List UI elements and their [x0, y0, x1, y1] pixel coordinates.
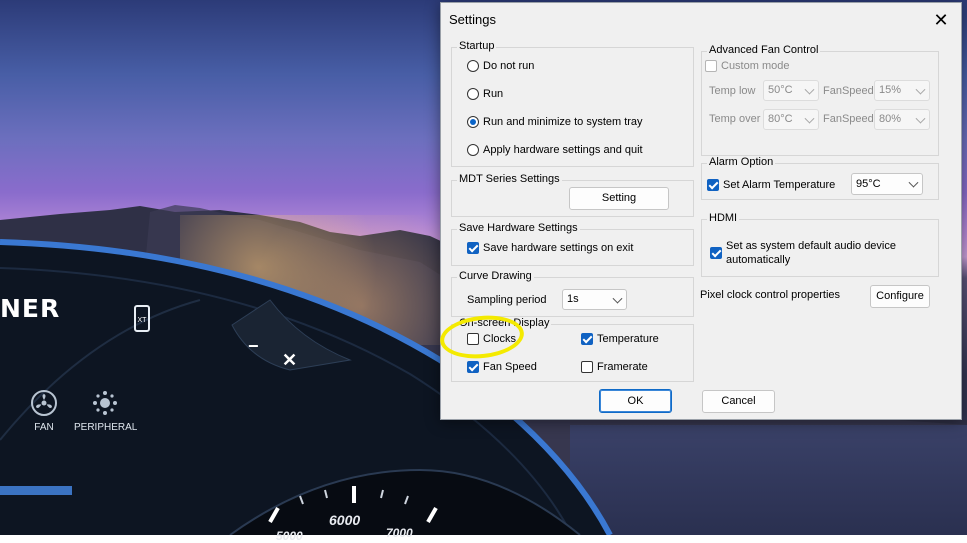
select-value: 1s — [567, 293, 579, 305]
checkbox-label: Set Alarm Temperature — [723, 179, 836, 191]
hdmi-default-audio-checkbox[interactable]: Set as system default audio device autom… — [710, 239, 896, 267]
checkbox-checked[interactable] — [467, 361, 479, 373]
save-on-exit-checkbox[interactable]: Save hardware settings on exit — [467, 242, 633, 254]
startup-option-apply-quit[interactable]: Apply hardware settings and quit — [467, 144, 643, 156]
select-value: 80°C — [768, 113, 793, 125]
rpm-tick-label: 6000 — [329, 512, 361, 528]
checkbox-label-line: automatically — [726, 254, 791, 266]
app-brand-text: NER — [0, 294, 61, 323]
peripheral-icon — [92, 390, 118, 416]
checkbox-label: Custom mode — [721, 60, 790, 72]
dialog-title: Settings — [449, 12, 496, 27]
rpm-tick-label: 5000 — [276, 529, 303, 543]
set-alarm-temperature-checkbox[interactable]: Set Alarm Temperature — [707, 179, 835, 191]
fanspeed-low-select[interactable]: 15% — [874, 80, 930, 101]
app-minimize-button[interactable]: − — [248, 336, 259, 357]
checkbox-checked[interactable] — [707, 179, 719, 191]
radio-button[interactable] — [467, 144, 479, 156]
configure-button[interactable]: Configure — [870, 285, 930, 308]
startup-option-run[interactable]: Run — [467, 88, 503, 100]
checkbox-label: Set as system default audio device autom… — [726, 239, 896, 267]
checkbox[interactable] — [581, 361, 593, 373]
checkbox-checked[interactable] — [710, 247, 722, 259]
alarm-option-title: Alarm Option — [707, 156, 776, 168]
startup-title: Startup — [457, 40, 497, 52]
checkbox-label: Save hardware settings on exit — [483, 242, 634, 254]
fanspeed-label-1: FanSpeed — [823, 85, 874, 97]
chevron-down-icon — [915, 84, 926, 95]
checkbox-label: Fan Speed — [483, 361, 537, 373]
option-label: Do not run — [483, 60, 535, 72]
option-label: Run — [483, 88, 504, 100]
select-value: 80% — [879, 113, 902, 125]
checkbox-checked[interactable] — [581, 333, 593, 345]
osd-temperature-checkbox[interactable]: Temperature — [581, 333, 659, 345]
sampling-period-label: Sampling period — [467, 294, 547, 306]
temp-low-select[interactable]: 50°C — [763, 80, 819, 101]
custom-mode-checkbox[interactable]: Custom mode — [705, 60, 789, 72]
settings-dialog: Settings ✕ Startup Do not run Run Run an… — [440, 2, 962, 420]
mdt-title: MDT Series Settings — [457, 173, 562, 185]
checkbox-label-line: Set as system default audio device — [726, 240, 896, 252]
option-label: Apply hardware settings and quit — [483, 144, 643, 156]
nav-fan[interactable]: FAN — [28, 390, 60, 433]
alarm-temperature-select[interactable]: 95°C — [851, 173, 923, 195]
chevron-down-icon — [612, 293, 623, 304]
app-close-button[interactable]: ✕ — [282, 350, 297, 371]
cancel-button[interactable]: Cancel — [702, 390, 775, 413]
select-value: 15% — [879, 84, 902, 96]
app-progress-bar — [0, 486, 72, 495]
rpm-tick-label: 7000 — [386, 526, 413, 540]
chevron-down-icon — [908, 177, 919, 188]
checkbox-disabled[interactable] — [705, 60, 717, 72]
ok-button[interactable]: OK — [599, 389, 672, 413]
startup-option-run-minimize[interactable]: Run and minimize to system tray — [467, 116, 643, 128]
nav-peripheral-label: PERIPHERAL — [74, 422, 138, 433]
checkbox-label: Framerate — [597, 361, 648, 373]
select-value: 95°C — [856, 178, 881, 190]
temp-over-select[interactable]: 80°C — [763, 109, 819, 130]
chevron-down-icon — [804, 113, 815, 124]
radio-button[interactable] — [467, 60, 479, 72]
close-icon[interactable]: ✕ — [930, 9, 952, 31]
fanspeed-label-2: FanSpeed — [823, 113, 874, 125]
temp-over-label: Temp over — [709, 113, 761, 125]
startup-option-do-not-run[interactable]: Do not run — [467, 60, 534, 72]
device-badge: XT — [134, 305, 150, 332]
pixel-clock-label: Pixel clock control properties — [700, 289, 841, 301]
chevron-down-icon — [804, 84, 815, 95]
checkbox-checked[interactable] — [467, 242, 479, 254]
temp-low-label: Temp low — [709, 85, 756, 97]
radio-button[interactable] — [467, 88, 479, 100]
checkbox-label: Temperature — [597, 333, 659, 345]
hdmi-title: HDMI — [707, 212, 740, 224]
fanspeed-over-select[interactable]: 80% — [874, 109, 930, 130]
curve-drawing-title: Curve Drawing — [457, 270, 534, 282]
select-value: 50°C — [768, 84, 793, 96]
advanced-fan-title: Advanced Fan Control — [707, 44, 821, 56]
chevron-down-icon — [915, 113, 926, 124]
sampling-period-select[interactable]: 1s — [562, 289, 627, 310]
option-label: Run and minimize to system tray — [483, 116, 643, 128]
osd-fanspeed-checkbox[interactable]: Fan Speed — [467, 361, 537, 373]
osd-framerate-checkbox[interactable]: Framerate — [581, 361, 648, 373]
fan-icon — [31, 390, 57, 416]
save-hardware-title: Save Hardware Settings — [457, 222, 580, 234]
mdt-setting-button[interactable]: Setting — [569, 187, 669, 210]
radio-button-selected[interactable] — [467, 116, 479, 128]
nav-fan-label: FAN — [34, 422, 54, 433]
nav-peripheral[interactable]: PERIPHERAL — [74, 390, 138, 433]
